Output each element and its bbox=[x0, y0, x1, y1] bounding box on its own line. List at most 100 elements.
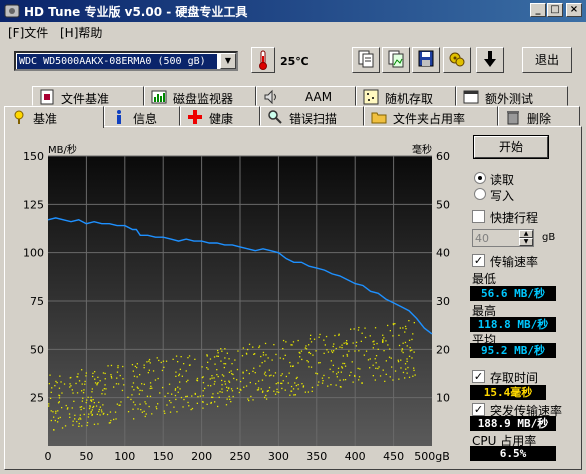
options-button[interactable] bbox=[443, 47, 471, 73]
access-time-point bbox=[389, 348, 391, 350]
access-time-point bbox=[305, 348, 308, 350]
access-time-point bbox=[361, 382, 363, 384]
menu-file[interactable]: [F]文件 bbox=[8, 24, 48, 41]
tab-extra-tests[interactable]: 额外测试 bbox=[456, 86, 568, 106]
transfer-rate-checkbox[interactable]: ✓ bbox=[472, 254, 485, 267]
access-time-point bbox=[383, 337, 385, 339]
tab-folder-usage[interactable]: 文件夹占用率 bbox=[364, 106, 498, 126]
tab-random-access[interactable]: 随机存取 bbox=[356, 86, 456, 106]
access-time-point bbox=[148, 369, 150, 371]
minimize-button[interactable]: _ bbox=[530, 3, 546, 17]
access-time-point bbox=[69, 377, 71, 379]
access-time-point bbox=[149, 382, 152, 384]
tab-aam[interactable]: AAM bbox=[256, 86, 356, 106]
access-time-point bbox=[401, 348, 404, 350]
spin-up-icon[interactable]: ▲ bbox=[519, 230, 533, 238]
access-time-point bbox=[105, 388, 107, 390]
access-time-point bbox=[328, 377, 330, 379]
access-time-point bbox=[390, 357, 392, 359]
access-time-point bbox=[134, 404, 136, 406]
access-time-point bbox=[228, 371, 231, 373]
access-time-point bbox=[166, 404, 168, 406]
burst-rate-checkbox[interactable]: ✓ bbox=[472, 403, 485, 416]
tab-erase[interactable]: 删除 bbox=[498, 106, 580, 126]
access-time-point bbox=[231, 373, 233, 375]
access-time-point bbox=[258, 346, 260, 349]
close-button[interactable]: × bbox=[566, 3, 582, 17]
access-time-point bbox=[338, 333, 340, 335]
access-time-point bbox=[102, 404, 104, 406]
access-time-point bbox=[90, 410, 92, 413]
write-radio[interactable] bbox=[474, 188, 486, 200]
access-time-point bbox=[217, 405, 219, 408]
copy-image-button[interactable] bbox=[382, 47, 410, 73]
access-time-point bbox=[327, 351, 330, 353]
health-icon bbox=[188, 110, 202, 124]
access-time-point bbox=[281, 382, 283, 385]
tab-info[interactable]: 信息 bbox=[104, 106, 180, 126]
save-icon bbox=[418, 50, 434, 67]
access-time-point bbox=[264, 371, 266, 373]
access-time-point bbox=[92, 375, 94, 378]
access-time-point bbox=[187, 357, 189, 359]
access-time-point bbox=[157, 403, 159, 405]
access-time-point bbox=[316, 373, 319, 375]
access-time-point bbox=[137, 408, 139, 410]
access-time-point bbox=[96, 413, 98, 415]
access-time-point bbox=[281, 387, 283, 390]
access-time-point bbox=[131, 386, 133, 388]
exit-button[interactable]: 退出 bbox=[522, 47, 572, 73]
access-time-point bbox=[117, 383, 120, 385]
access-time-point bbox=[134, 365, 136, 367]
save-button[interactable] bbox=[412, 47, 440, 73]
access-time-label: 存取时间 bbox=[490, 371, 539, 385]
start-button[interactable]: 开始 bbox=[474, 136, 548, 158]
access-time-point bbox=[104, 393, 106, 395]
access-time-point bbox=[59, 375, 61, 377]
access-time-point bbox=[268, 369, 270, 371]
y-tick-label-left: 75 bbox=[30, 295, 44, 308]
access-time-point bbox=[104, 372, 106, 375]
copy-text-button[interactable] bbox=[352, 47, 380, 73]
access-time-point bbox=[231, 363, 233, 365]
access-time-point bbox=[110, 375, 112, 378]
access-time-point bbox=[65, 404, 67, 407]
menu-help[interactable]: [H]帮助 bbox=[60, 24, 102, 41]
tab-disk-monitor[interactable]: 磁盘监视器 bbox=[144, 86, 256, 106]
access-time-point bbox=[340, 371, 342, 373]
access-time-checkbox[interactable]: ✓ bbox=[472, 370, 485, 383]
spin-down-icon[interactable]: ▼ bbox=[519, 238, 533, 246]
access-time-point bbox=[78, 422, 80, 425]
access-time-point bbox=[110, 364, 113, 367]
tab-benchmark[interactable]: 基准 bbox=[4, 106, 104, 128]
access-time-point bbox=[143, 364, 145, 366]
access-time-point bbox=[132, 401, 135, 403]
access-time-point bbox=[132, 408, 134, 410]
access-time-point bbox=[174, 389, 176, 391]
access-time-point bbox=[350, 371, 352, 373]
access-time-point bbox=[265, 398, 268, 400]
short-stroke-checkbox[interactable] bbox=[472, 210, 485, 223]
access-time-point bbox=[132, 382, 135, 384]
tab-health[interactable]: 健康 bbox=[180, 106, 260, 126]
access-time-point bbox=[297, 339, 299, 342]
maximize-button[interactable]: □ bbox=[547, 3, 563, 17]
access-time-point bbox=[282, 339, 285, 342]
access-time-point bbox=[48, 403, 50, 405]
access-time-point bbox=[163, 366, 165, 368]
access-time-point bbox=[335, 347, 337, 350]
access-time-point bbox=[354, 350, 356, 352]
access-time-point bbox=[352, 342, 354, 344]
access-time-point bbox=[409, 346, 411, 349]
read-radio[interactable] bbox=[474, 172, 486, 184]
download-button[interactable] bbox=[476, 47, 504, 73]
tab-error-scan[interactable]: 错误扫描 bbox=[260, 106, 364, 126]
chevron-down-icon[interactable]: ▼ bbox=[220, 53, 236, 69]
access-time-point bbox=[346, 353, 348, 356]
short-stroke-spinner[interactable]: 40 ▲ ▼ bbox=[472, 229, 534, 247]
tab-file-benchmark[interactable]: 文件基准 bbox=[32, 86, 144, 106]
access-time-point bbox=[174, 388, 177, 390]
drive-select[interactable]: WDC WD5000AAKX-08ERMA0 (500 gB) ▼ bbox=[14, 51, 238, 71]
access-time-point bbox=[359, 368, 361, 370]
access-time-point bbox=[141, 383, 143, 385]
